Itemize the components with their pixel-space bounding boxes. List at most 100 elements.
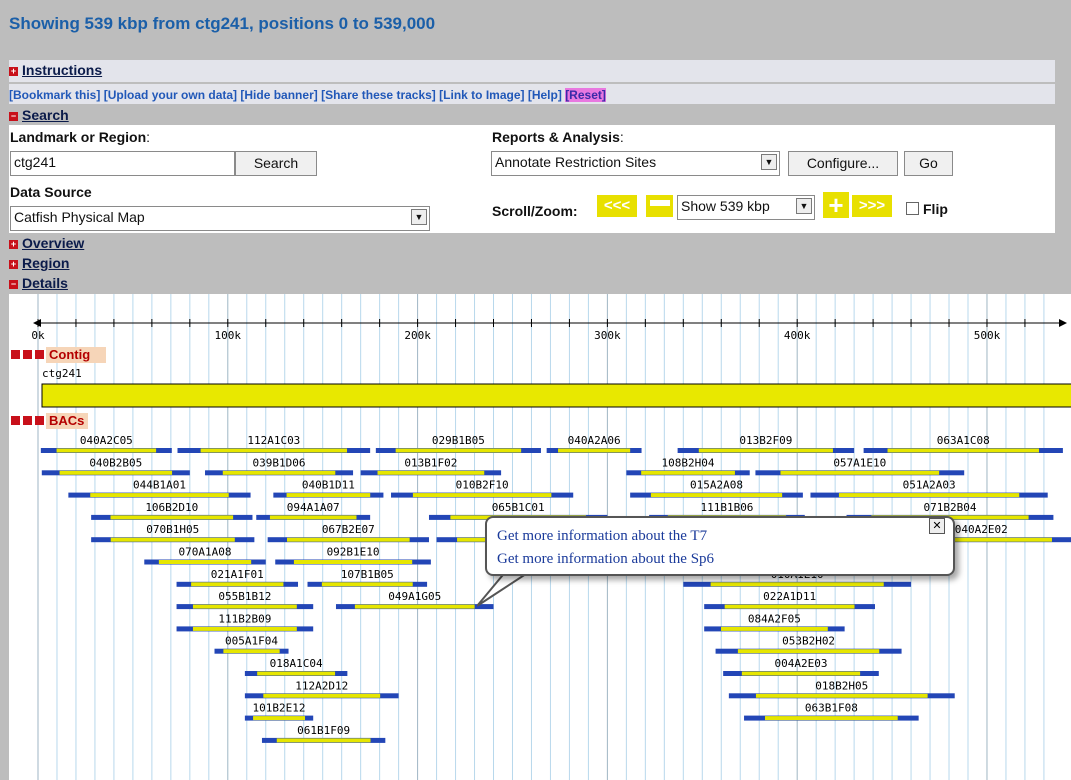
checkbox-icon xyxy=(906,202,919,215)
datasource-select[interactable]: Catfish Physical Map ▼ xyxy=(10,206,430,231)
upload-link[interactable]: [Upload your own data] xyxy=(104,88,237,102)
bac-body xyxy=(293,560,413,564)
flip-checkbox[interactable]: Flip xyxy=(906,201,948,217)
sp6-info-link[interactable]: Get more information about the Sp6 xyxy=(497,551,714,568)
link-to-image-link[interactable]: [Link to Image] xyxy=(439,88,524,102)
bac-label: 057A1E10 xyxy=(833,456,886,469)
bac-body xyxy=(650,493,783,498)
contig-name: ctg241 xyxy=(42,367,82,380)
chevron-down-icon: ▼ xyxy=(411,209,427,225)
bac-body xyxy=(90,493,229,498)
details-toggle[interactable]: − Details xyxy=(9,275,68,291)
ruler-tick-label: 300k xyxy=(594,329,621,342)
bac-label: 044B1A01 xyxy=(133,479,186,492)
bac-body xyxy=(56,448,157,453)
help-link[interactable]: [Help] xyxy=(528,88,562,102)
bac-label: 051A2A03 xyxy=(903,479,956,492)
bac-label: 106B2D10 xyxy=(145,501,198,514)
bac-body xyxy=(710,582,884,587)
bac-label: 040A2C05 xyxy=(80,434,133,447)
t7-info-link[interactable]: Get more information about the T7 xyxy=(497,528,707,545)
expand-icon: + xyxy=(9,259,18,269)
bac-label: 063B1F08 xyxy=(805,702,858,715)
ruler-tick-label: 500k xyxy=(974,329,1001,342)
share-icon xyxy=(23,416,32,425)
bac-body xyxy=(641,470,735,475)
bac-body xyxy=(192,626,297,631)
reports-select[interactable]: Annotate Restriction Sites ▼ xyxy=(491,151,780,176)
zoom-select[interactable]: Show 539 kbp ▼ xyxy=(677,195,815,220)
bac-label: 107B1B05 xyxy=(341,568,394,581)
bac-body xyxy=(110,515,234,520)
bac-label: 112A2D12 xyxy=(295,679,348,692)
region-toggle[interactable]: + Region xyxy=(9,255,69,271)
search-toggle[interactable]: − Search xyxy=(9,107,69,123)
scroll-left-far-button[interactable]: <<< xyxy=(597,195,637,217)
configure-button[interactable]: Configure... xyxy=(788,151,898,176)
bacs-track-label: BACs xyxy=(49,413,84,428)
bac-body xyxy=(741,671,861,676)
genome-browser-page: Showing 539 kbp from ctg241, positions 0… xyxy=(0,0,1071,780)
bookmark-link[interactable]: [Bookmark this] xyxy=(9,88,100,102)
collapse-icon xyxy=(11,350,20,359)
ruler-tick-label: 100k xyxy=(215,329,242,342)
bac-label: 063A1C08 xyxy=(937,434,990,447)
bac-body xyxy=(192,604,297,609)
reports-label: Reports & Analysis: xyxy=(492,129,624,145)
bac-body xyxy=(737,649,880,654)
bac-label: 010B2F10 xyxy=(456,479,509,492)
bac-label: 061B1F09 xyxy=(297,724,350,737)
bac-body xyxy=(253,716,306,721)
bac-label: 049A1G05 xyxy=(388,590,441,603)
bac-body xyxy=(755,693,928,698)
bac-body xyxy=(257,671,336,676)
bac-body xyxy=(263,693,381,698)
zoom-out-button[interactable] xyxy=(646,195,673,217)
hide-banner-link[interactable]: [Hide banner] xyxy=(240,88,317,102)
bac-label: 071B2B04 xyxy=(923,501,976,514)
bac-body xyxy=(286,493,371,498)
bac-label: 018A1C04 xyxy=(270,657,323,670)
ruler-left-arrow xyxy=(33,319,41,327)
contig-bar xyxy=(41,383,1071,408)
bac-body xyxy=(698,448,833,453)
search-button[interactable]: Search xyxy=(235,151,317,176)
bac-label: 040B1D11 xyxy=(302,479,355,492)
zoom-in-button[interactable]: + xyxy=(823,192,849,218)
bac-body xyxy=(780,470,940,475)
instructions-toggle[interactable]: + Instructions xyxy=(9,62,102,78)
landmark-input[interactable]: ctg241 xyxy=(10,151,235,176)
bac-body xyxy=(222,470,336,475)
bac-body xyxy=(158,560,252,564)
bac-body xyxy=(558,448,631,453)
bac-body xyxy=(200,448,348,453)
toolbar-links: [Bookmark this] [Upload your own data] [… xyxy=(9,88,606,102)
bac-label: 108B2H04 xyxy=(662,456,715,469)
share-tracks-link[interactable]: [Share these tracks] xyxy=(321,88,436,102)
bac-body xyxy=(354,604,475,609)
bac-label: 055B1B12 xyxy=(218,590,271,603)
bac-body xyxy=(412,493,552,498)
reset-link[interactable]: [Reset] xyxy=(565,88,606,102)
bac-body xyxy=(269,515,357,520)
go-button[interactable]: Go xyxy=(904,151,953,176)
bac-label: 070B1H05 xyxy=(146,523,199,536)
bac-body xyxy=(721,626,828,631)
bac-label: 015A2A08 xyxy=(690,479,743,492)
bac-label: 018B2H05 xyxy=(815,679,868,692)
overview-toggle[interactable]: + Overview xyxy=(9,235,84,251)
datasource-label: Data Source xyxy=(10,184,92,200)
bac-label: 111B2B09 xyxy=(218,612,271,625)
collapse-icon: − xyxy=(9,111,18,121)
scroll-zoom-label: Scroll/Zoom: xyxy=(492,203,578,219)
bac-label: 029B1B05 xyxy=(432,434,485,447)
ruler-tick-label: 0k xyxy=(31,329,45,342)
help-icon xyxy=(35,416,44,425)
info-popup: Get more information about the T7 Get mo… xyxy=(477,516,955,607)
bac-label: 092B1E10 xyxy=(327,546,380,559)
collapse-icon xyxy=(11,416,20,425)
close-icon[interactable]: ✕ xyxy=(929,518,945,534)
bac-label: 101B2E12 xyxy=(253,702,306,715)
bac-body xyxy=(110,537,235,542)
scroll-right-far-button[interactable]: >>> xyxy=(852,195,892,217)
